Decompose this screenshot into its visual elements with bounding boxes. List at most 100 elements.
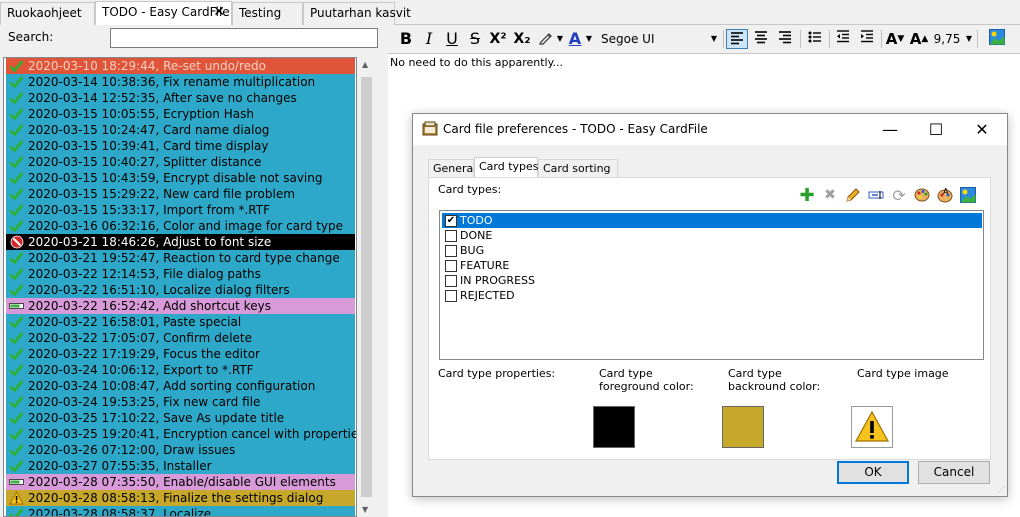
- cancel-button[interactable]: Cancel: [918, 461, 990, 484]
- refresh-icon[interactable]: ⟳: [889, 186, 909, 205]
- check-icon: [9, 283, 24, 297]
- align-left-button[interactable]: [726, 29, 748, 49]
- card-type-checkbox[interactable]: ✔: [445, 215, 457, 227]
- align-center-button[interactable]: [750, 29, 772, 49]
- ok-button[interactable]: OK: [837, 461, 909, 484]
- card-list-item[interactable]: 2020-03-14 10:38:36, Fix rename multipli…: [6, 74, 355, 90]
- card-list-item[interactable]: 2020-03-22 16:52:42, Add shortcut keys: [6, 298, 355, 314]
- increase-indent-button[interactable]: [856, 29, 878, 49]
- foreground-color-swatch[interactable]: [593, 406, 635, 448]
- check-icon: [9, 59, 24, 73]
- dialog-titlebar[interactable]: Card file preferences - TODO - Easy Card…: [413, 114, 1007, 145]
- card-list-item[interactable]: 2020-03-22 12:14:53, File dialog paths: [6, 266, 355, 282]
- card-list-item[interactable]: 2020-03-24 10:06:12, Export to *.RTF: [6, 362, 355, 378]
- decrease-indent-button[interactable]: [832, 29, 854, 49]
- underline-button[interactable]: U: [442, 29, 462, 49]
- card-type-item[interactable]: FEATURE: [442, 258, 982, 273]
- card-type-checkbox[interactable]: [445, 245, 457, 257]
- edit-pencil-icon[interactable]: [843, 186, 863, 204]
- increase-font-icon[interactable]: A▲: [908, 29, 930, 49]
- card-type-item[interactable]: REJECTED: [442, 288, 982, 303]
- card-list-item[interactable]: 2020-03-25 19:20:41, Encryption cancel w…: [6, 426, 356, 442]
- bold-button[interactable]: B: [396, 29, 416, 49]
- tab-general[interactable]: General: [428, 159, 476, 178]
- card-list-item[interactable]: 2020-03-28 07:35:50, Enable/disable GUI …: [6, 474, 355, 490]
- card-list-item[interactable]: 2020-03-15 10:05:55, Ecryption Hash: [6, 106, 355, 122]
- card-list-item[interactable]: 2020-03-28 08:58:13, Finalize the settin…: [6, 490, 355, 506]
- tab-todo-easy-cardfile[interactable]: TODO - Easy CardFile ✕: [95, 1, 232, 25]
- card-list-item[interactable]: 2020-03-15 15:29:22, New card file probl…: [6, 186, 355, 202]
- tab-testing[interactable]: Testing: [232, 2, 303, 25]
- search-input[interactable]: [110, 28, 378, 48]
- card-list-item[interactable]: 2020-03-16 06:32:16, Color and image for…: [6, 218, 355, 234]
- font-color-dropdown-icon[interactable]: ▼: [585, 29, 593, 49]
- card-type-item[interactable]: DONE: [442, 228, 982, 243]
- card-list-item[interactable]: 2020-03-14 12:52:35, After save no chang…: [6, 90, 355, 106]
- card-type-checkbox[interactable]: [445, 275, 457, 287]
- text-color-palette-icon[interactable]: A: [935, 186, 955, 204]
- card-type-item[interactable]: IN PROGRESS: [442, 273, 982, 288]
- strikethrough-button[interactable]: S: [465, 29, 485, 49]
- editor-text[interactable]: No need to do this apparently...: [390, 56, 563, 69]
- close-icon[interactable]: ✕: [959, 114, 1005, 145]
- card-list-item[interactable]: 2020-03-24 10:08:47, Add sorting configu…: [6, 378, 355, 394]
- tab-puutarhan-kasvit[interactable]: Puutarhan kasvit: [303, 2, 411, 25]
- card-list-item[interactable]: 2020-03-25 17:10:22, Save As update titl…: [6, 410, 355, 426]
- rename-icon[interactable]: [866, 186, 886, 204]
- minimize-icon[interactable]: —: [867, 114, 913, 145]
- align-right-button[interactable]: [774, 29, 796, 49]
- scrollbar-thumb[interactable]: [361, 77, 372, 497]
- tab-ruokaohjeet[interactable]: Ruokaohjeet: [0, 2, 95, 25]
- card-list-scrollbar[interactable]: ▲ ▼: [358, 57, 375, 517]
- card-list-item[interactable]: 2020-03-15 10:43:59, Encrypt disable not…: [6, 170, 355, 186]
- card-list-item[interactable]: 2020-03-22 17:05:07, Confirm delete: [6, 330, 355, 346]
- card-list-item[interactable]: 2020-03-15 15:33:17, Import from *.RTF: [6, 202, 355, 218]
- card-list-item[interactable]: 2020-03-28 08:58:37, Localize: [6, 506, 355, 516]
- card-list-item[interactable]: 2020-03-21 18:46:26, Adjust to font size: [6, 234, 355, 250]
- card-type-checkbox[interactable]: [445, 260, 457, 272]
- add-icon[interactable]: ✚: [797, 185, 817, 206]
- bullet-list-button[interactable]: [804, 29, 826, 49]
- italic-button[interactable]: I: [419, 29, 439, 49]
- highlight-dropdown-icon[interactable]: ▼: [556, 29, 564, 49]
- font-size-value[interactable]: 9,75: [932, 29, 962, 49]
- card-list-item[interactable]: 2020-03-15 10:40:27, Splitter distance: [6, 154, 355, 170]
- color-palette-icon[interactable]: [912, 186, 932, 204]
- maximize-icon[interactable]: ☐: [913, 114, 959, 145]
- card-type-checkbox[interactable]: [445, 230, 457, 242]
- font-color-icon[interactable]: A: [565, 29, 585, 49]
- card-list[interactable]: 2020-03-10 18:29:44, Re-set undo/redo 202…: [3, 57, 357, 517]
- decrease-font-icon[interactable]: A▼: [884, 29, 906, 49]
- tab-card-types[interactable]: Card types: [474, 157, 539, 179]
- card-types-list[interactable]: ✔ TODO DONE BUG FEATURE IN PROGRESS REJECTED: [439, 210, 984, 360]
- card-list-item[interactable]: 2020-03-26 07:12:00, Draw issues: [6, 442, 355, 458]
- highlight-pen-icon[interactable]: [535, 29, 557, 49]
- font-name-select[interactable]: Segoe UI ▼: [601, 29, 719, 49]
- subscript-button[interactable]: X₂: [511, 29, 533, 49]
- card-type-image-preview[interactable]: [851, 406, 893, 448]
- card-list-item[interactable]: 2020-03-22 17:19:29, Focus the editor: [6, 346, 355, 362]
- card-list-item[interactable]: 2020-03-24 19:53:25, Fix new card file: [6, 394, 355, 410]
- tab-card-sorting[interactable]: Card sorting: [538, 159, 618, 178]
- card-list-item[interactable]: 2020-03-10 18:29:44, Re-set undo/redo: [6, 58, 355, 74]
- card-list-item[interactable]: 2020-03-15 10:39:41, Card time display: [6, 138, 355, 154]
- check-icon: [9, 331, 24, 345]
- card-list-item[interactable]: 2020-03-21 19:52:47, Reaction to card ty…: [6, 250, 355, 266]
- card-list-item[interactable]: 2020-03-27 07:55:35, Installer: [6, 458, 355, 474]
- card-list-item[interactable]: 2020-03-15 10:24:47, Card name dialog: [6, 122, 355, 138]
- scroll-up-icon[interactable]: ▲: [362, 60, 368, 69]
- superscript-button[interactable]: X²: [487, 29, 509, 49]
- card-type-checkbox[interactable]: [445, 290, 457, 302]
- image-icon[interactable]: [958, 186, 978, 204]
- card-type-item[interactable]: ✔ TODO: [442, 213, 982, 228]
- font-size-dropdown-icon[interactable]: ▼: [965, 29, 973, 49]
- delete-icon[interactable]: ✖: [820, 186, 840, 204]
- card-list-item[interactable]: 2020-03-22 16:51:10, Localize dialog fil…: [6, 282, 355, 298]
- card-list-item[interactable]: 2020-03-22 16:58:01, Paste special: [6, 314, 355, 330]
- close-tab-icon[interactable]: ✕: [213, 4, 225, 20]
- scroll-down-icon[interactable]: ▼: [362, 505, 368, 514]
- background-color-swatch[interactable]: [722, 406, 764, 448]
- insert-image-icon[interactable]: [987, 29, 1007, 49]
- card-type-item[interactable]: BUG: [442, 243, 982, 258]
- resize-grip-icon[interactable]: ⋰: [997, 485, 1005, 494]
